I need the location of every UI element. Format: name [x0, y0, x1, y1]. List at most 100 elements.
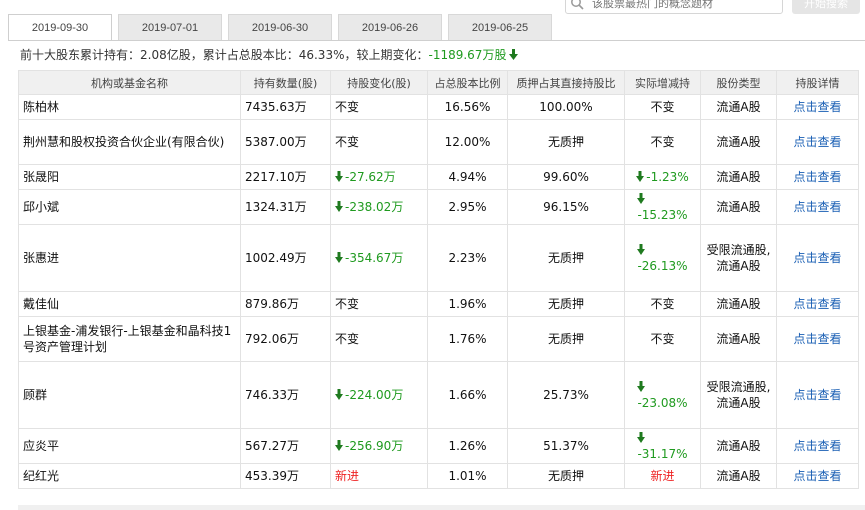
- holding-change-cell: -256.90万: [330, 428, 428, 464]
- share-type: 流通A股: [700, 189, 777, 225]
- pledge-ratio: 无质押: [507, 316, 625, 362]
- detail-link-cell: 点击查看: [776, 361, 859, 429]
- pledge-ratio: 无质押: [507, 119, 625, 165]
- column-header[interactable]: 持股详情: [776, 70, 859, 95]
- holding-change-cell: -224.00万: [330, 361, 428, 429]
- holding-change: 新进: [335, 469, 360, 483]
- down-arrow-icon: [335, 171, 343, 182]
- share-ratio: 4.94%: [427, 164, 508, 190]
- tab-date[interactable]: 2019-06-30: [228, 14, 332, 40]
- share-type: 流通A股: [700, 428, 777, 464]
- pledge-ratio: 无质押: [507, 224, 625, 292]
- tab-date[interactable]: 2019-09-30: [8, 14, 112, 41]
- holder-name: 应炎平: [18, 428, 241, 464]
- detail-link[interactable]: 点击查看: [793, 469, 841, 483]
- actual-change-cell: 不变: [624, 94, 701, 120]
- search-button[interactable]: 开始搜索: [792, 0, 860, 14]
- search-box[interactable]: [565, 0, 783, 14]
- holding-change: -224.00万: [345, 388, 404, 402]
- holding-change: -354.67万: [345, 251, 404, 265]
- table-row: 顾群 746.33万 -224.00万 1.66% 25.73% -23.08% 受限流通股…: [18, 361, 859, 429]
- share-ratio: 12.00%: [427, 119, 508, 165]
- detail-link-cell: 点击查看: [776, 94, 859, 120]
- detail-link[interactable]: 点击查看: [793, 170, 841, 184]
- column-header[interactable]: 持股变化(股): [330, 70, 428, 95]
- pledge-ratio: 无质押: [507, 463, 625, 489]
- holder-name: 戴佳仙: [18, 291, 241, 317]
- holding-change-cell: -27.62万: [330, 164, 428, 190]
- down-arrow-icon: [637, 193, 646, 204]
- detail-link-cell: 点击查看: [776, 119, 859, 165]
- table-row: 戴佳仙 879.86万 不变 1.96% 无质押 不变 流通A股 点击查看: [18, 291, 859, 317]
- holding-quantity: 2217.10万: [240, 164, 331, 190]
- tab-date[interactable]: 2019-06-25: [448, 14, 552, 40]
- holding-quantity: 746.33万: [240, 361, 331, 429]
- table-footer: [18, 505, 865, 510]
- column-header[interactable]: 实际增减持: [624, 70, 701, 95]
- column-header[interactable]: 质押占其直接持股比: [507, 70, 625, 95]
- holder-name: 荆州慧和股权投资合伙企业(有限合伙): [18, 119, 241, 165]
- date-tabs: 2019-09-30 2019-07-01 2019-06-30 2019-06…: [8, 14, 558, 41]
- table-header: 机构或基金名称 持有数量(股) 持股变化(股) 占总股本比例 质押占其直接持股比…: [18, 70, 859, 95]
- detail-link[interactable]: 点击查看: [793, 388, 841, 402]
- tab-date[interactable]: 2019-07-01: [118, 14, 222, 40]
- detail-link-cell: 点击查看: [776, 291, 859, 317]
- column-header[interactable]: 占总股本比例: [427, 70, 508, 95]
- column-header[interactable]: 机构或基金名称: [18, 70, 241, 95]
- actual-change-cell: -31.17%: [624, 428, 701, 464]
- actual-change-cell: 新进: [624, 463, 701, 489]
- search-input[interactable]: [592, 0, 772, 10]
- actual-change: 不变: [650, 332, 675, 346]
- detail-link[interactable]: 点击查看: [793, 439, 841, 453]
- holding-quantity: 453.39万: [240, 463, 331, 489]
- summary-text: 前十大股东累计持有：2.08亿股，累计占总股本比：46.33%，较上期变化：: [20, 48, 429, 62]
- holding-change: 不变: [335, 332, 360, 346]
- pledge-ratio: 51.37%: [507, 428, 625, 464]
- actual-change: -26.13%: [637, 259, 688, 273]
- table-row: 纪红光 453.39万 新进 1.01% 无质押 新进 流通A股 点击查看: [18, 463, 859, 489]
- actual-change: -1.23%: [646, 170, 689, 184]
- detail-link[interactable]: 点击查看: [793, 100, 841, 114]
- share-ratio: 1.01%: [427, 463, 508, 489]
- detail-link[interactable]: 点击查看: [793, 297, 841, 311]
- share-type: 受限流通股,流通A股: [700, 361, 777, 429]
- share-type: 流通A股: [700, 316, 777, 362]
- tab-date[interactable]: 2019-06-26: [338, 14, 442, 40]
- holding-quantity: 7435.63万: [240, 94, 331, 120]
- pledge-ratio: 96.15%: [507, 189, 625, 225]
- summary-change: -1189.67万股: [428, 48, 507, 62]
- actual-change-cell: 不变: [624, 119, 701, 165]
- detail-link[interactable]: 点击查看: [793, 251, 841, 265]
- holding-change-cell: 不变: [330, 316, 428, 362]
- table-row: 张晟阳 2217.10万 -27.62万 4.94% 99.60% -1.23% 流通A股 点…: [18, 164, 859, 190]
- actual-change: 不变: [650, 297, 675, 311]
- detail-link[interactable]: 点击查看: [793, 200, 841, 214]
- share-type: 受限流通股,流通A股: [700, 224, 777, 292]
- actual-change: 新进: [650, 469, 675, 483]
- column-header[interactable]: 持有数量(股): [240, 70, 331, 95]
- tabs-divider: [8, 40, 865, 41]
- actual-change-cell: -15.23%: [624, 189, 701, 225]
- actual-change-cell: 不变: [624, 291, 701, 317]
- holding-quantity: 792.06万: [240, 316, 331, 362]
- holder-name: 张晟阳: [18, 164, 241, 190]
- actual-change-cell: 不变: [624, 316, 701, 362]
- holding-change-cell: 不变: [330, 291, 428, 317]
- column-header[interactable]: 股份类型: [700, 70, 777, 95]
- holding-change: 不变: [335, 100, 360, 114]
- detail-link[interactable]: 点击查看: [793, 135, 841, 149]
- holdings-summary: 前十大股东累计持有：2.08亿股，累计占总股本比：46.33%，较上期变化： -…: [20, 46, 519, 63]
- share-type: 流通A股: [700, 463, 777, 489]
- search-icon: [571, 0, 584, 10]
- down-arrow-icon: [335, 440, 343, 451]
- table-row: 上银基金-浦发银行-上银基金和晶科技1号资产管理计划 792.06万 不变 1.76%…: [18, 316, 859, 362]
- detail-link-cell: 点击查看: [776, 316, 859, 362]
- share-ratio: 16.56%: [427, 94, 508, 120]
- detail-link[interactable]: 点击查看: [793, 332, 841, 346]
- pledge-ratio: 100.00%: [507, 94, 625, 120]
- down-arrow-icon: [335, 389, 343, 400]
- holding-quantity: 1002.49万: [240, 224, 331, 292]
- actual-change: -31.17%: [637, 447, 688, 461]
- share-ratio: 1.96%: [427, 291, 508, 317]
- table-row: 荆州慧和股权投资合伙企业(有限合伙) 5387.00万 不变 12.00% 无质押 不变流…: [18, 119, 859, 165]
